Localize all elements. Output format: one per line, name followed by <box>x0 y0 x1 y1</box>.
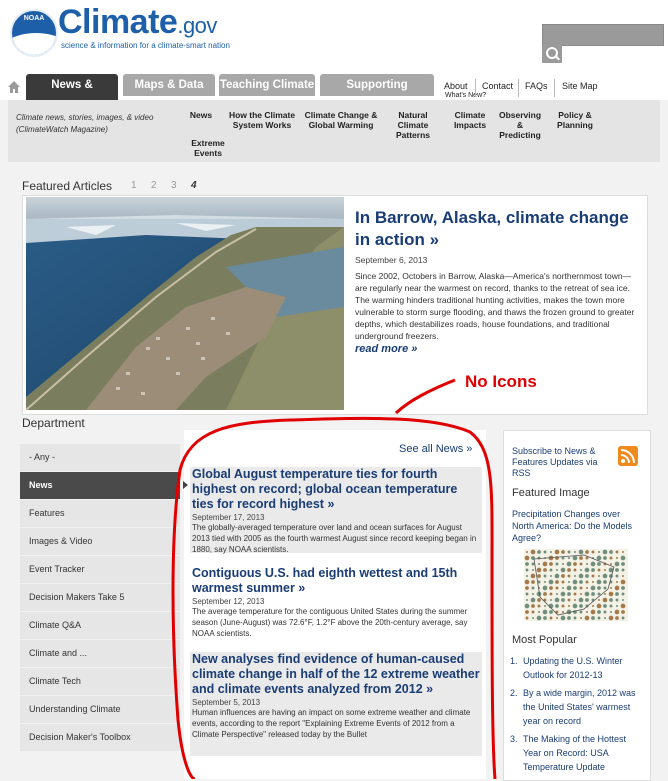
nav-divider <box>518 79 519 97</box>
section-description: Climate news, stories, images, & video (… <box>16 113 154 134</box>
most-popular-link[interactable]: By a wide margin, 2012 was the United St… <box>523 688 636 726</box>
department-item-climate-tech[interactable]: Climate Tech <box>20 668 180 695</box>
site-logo[interactable]: Climate.gov <box>58 3 217 42</box>
most-popular-link[interactable]: The Making of the Hottest Year on Record… <box>523 734 626 772</box>
most-popular-heading: Most Popular <box>512 634 577 646</box>
news-item-summary: The average temperature for the contiguo… <box>192 607 468 638</box>
subnav-item-climate-change[interactable]: Climate Change & Global Warming <box>304 110 378 130</box>
most-popular-number: 3. <box>510 734 518 744</box>
department-item-climate-qa[interactable]: Climate Q&A <box>20 612 180 639</box>
pager-3[interactable]: 3 <box>171 180 177 191</box>
department-item-decision-makers-take-5[interactable]: Decision Makers Take 5 <box>20 584 180 611</box>
brand-name: Climate <box>58 3 178 41</box>
news-item: Global August temperature ties for fourt… <box>190 467 482 554</box>
most-popular-item[interactable]: 2. By a wide margin, 2012 was the United … <box>510 686 644 728</box>
department-item-event-tracker[interactable]: Event Tracker <box>20 556 180 583</box>
most-popular-number: 2. <box>510 688 518 698</box>
featured-summary: Since 2002, Octobers in Barrow, Alaska—A… <box>355 271 635 341</box>
nav-site-map[interactable]: Site Map <box>562 81 598 91</box>
subnav-item-observing[interactable]: Observing & Predicting <box>496 110 544 140</box>
rss-icon[interactable] <box>618 446 638 466</box>
subnav-item-extreme-events[interactable]: Extreme Events <box>188 138 228 158</box>
featured-date: September 6, 2013 <box>355 255 428 265</box>
featured-image-link[interactable]: Precipitation Changes over North America… <box>512 508 642 544</box>
tab-news-features[interactable]: News & Features <box>26 74 118 113</box>
news-item-summary: The globally-averaged temperature over l… <box>192 523 477 554</box>
nav-whats-new[interactable]: What's New? <box>445 92 486 99</box>
search-button[interactable] <box>542 45 562 63</box>
see-all-news-link[interactable]: See all News » <box>399 443 472 455</box>
department-item-decision-makers-toolbox[interactable]: Decision Maker's Toolbox <box>20 724 180 751</box>
subnav-item-impacts[interactable]: Climate Impacts <box>450 110 490 130</box>
tab-maps-data[interactable]: Maps & Data <box>123 74 215 96</box>
tab-supporting-decisions[interactable]: Supporting Decisions <box>320 74 434 113</box>
news-item: New analyses find evidence of human-caus… <box>190 652 482 756</box>
department-item-any[interactable]: - Any - <box>20 444 180 471</box>
most-popular-item[interactable]: 3. The Making of the Hottest Year on Reco… <box>510 732 644 774</box>
news-item-title-link[interactable]: Global August temperature ties for fourt… <box>190 467 482 512</box>
department-item-understanding-climate[interactable]: Understanding Climate <box>20 696 180 723</box>
subnav-item-policy[interactable]: Policy & Planning <box>552 110 598 130</box>
news-item-date: September 5, 2013 <box>192 698 261 707</box>
annotation-label: No Icons <box>465 372 537 391</box>
selected-indicator-icon <box>183 481 188 489</box>
department-item-features[interactable]: Features <box>20 500 180 527</box>
news-item-title-link[interactable]: Contiguous U.S. had eighth wettest and 1… <box>190 566 482 596</box>
featured-image-heading: Featured Image <box>512 487 590 499</box>
noaa-logo[interactable]: NOAA <box>10 9 58 57</box>
home-icon[interactable] <box>8 81 20 93</box>
department-item-news[interactable]: News <box>20 472 180 499</box>
nav-about[interactable]: About <box>444 81 468 91</box>
most-popular-list: 1. Updating the U.S. Winter Outlook for 2… <box>510 654 644 778</box>
subscribe-rss-link[interactable]: Subscribe to News & Features Updates via… <box>512 446 616 479</box>
most-popular-item[interactable]: 1. Updating the U.S. Winter Outlook for 2… <box>510 654 644 682</box>
search-input[interactable] <box>542 24 664 46</box>
nav-divider <box>475 79 476 97</box>
read-more-link[interactable]: read more » <box>355 343 417 355</box>
pager-1[interactable]: 1 <box>131 180 137 191</box>
department-item-images-video[interactable]: Images & Video <box>20 528 180 555</box>
news-item: Contiguous U.S. had eighth wettest and 1… <box>190 566 482 640</box>
department-item-climate-and[interactable]: Climate and ... <box>20 640 180 667</box>
subnav-item-how-climate-works[interactable]: How the Climate System Works <box>224 110 300 130</box>
nav-divider <box>554 79 555 97</box>
news-item-summary: Human influences are having an impact on… <box>192 708 471 739</box>
news-item-date: September 12, 2013 <box>192 597 265 606</box>
subnav-item-news[interactable]: News <box>186 110 216 120</box>
pager-2[interactable]: 2 <box>151 180 157 191</box>
department-heading: Department <box>22 416 85 430</box>
most-popular-link[interactable]: Updating the U.S. Winter Outlook for 201… <box>523 656 623 680</box>
nav-contact[interactable]: Contact <box>482 81 513 91</box>
most-popular-number: 1. <box>510 656 518 666</box>
featured-image-thumbnail[interactable] <box>524 549 628 621</box>
news-item-title-link[interactable]: New analyses find evidence of human-caus… <box>190 652 482 697</box>
pager-4[interactable]: 4 <box>191 180 197 191</box>
site-tagline: science & information for a climate-smar… <box>61 41 230 50</box>
subnav-item-natural-patterns[interactable]: Natural Climate Patterns <box>390 110 436 140</box>
news-item-date: September 17, 2013 <box>192 513 265 522</box>
featured-image[interactable] <box>26 197 344 410</box>
brand-suffix: .gov <box>177 13 217 38</box>
noaa-logo-text: NOAA <box>23 15 45 22</box>
featured-heading: Featured Articles <box>22 179 113 193</box>
tab-teaching-climate[interactable]: Teaching Climate <box>219 74 315 96</box>
department-list: - Any - News Features Images & Video Eve… <box>20 444 180 752</box>
featured-title-link[interactable]: In Barrow, Alaska, climate change in act… <box>355 207 635 251</box>
nav-faqs[interactable]: FAQs <box>525 81 548 91</box>
